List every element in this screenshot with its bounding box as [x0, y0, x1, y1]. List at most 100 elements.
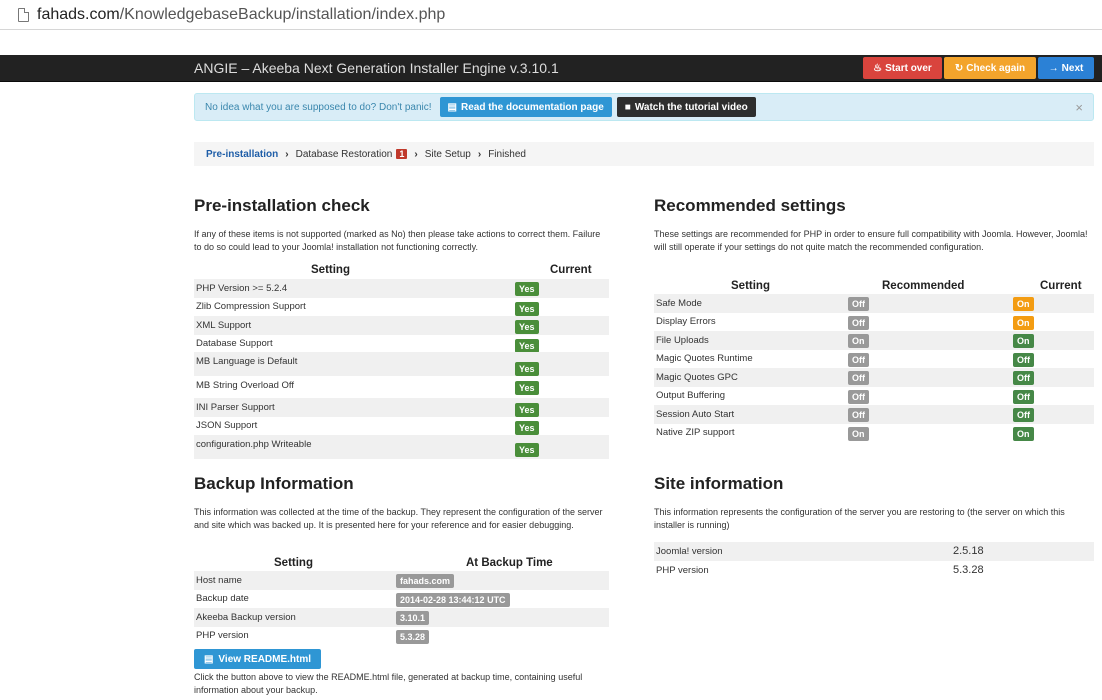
crumb-finished[interactable]: Finished [488, 149, 526, 160]
refresh-icon: ↻ [954, 62, 964, 74]
backup-value: 5.3.28 [396, 630, 430, 644]
recommended-title: Recommended settings [654, 196, 846, 215]
precheck-label: configuration.php Writeable [196, 439, 312, 450]
precheck-col-setting: Setting [311, 264, 350, 276]
siteinfo-title: Site information [654, 474, 784, 493]
recommended-label: Safe Mode [656, 298, 702, 309]
start-over-button[interactable]: ♨ Start over [863, 57, 942, 79]
recommended-badge: Off [848, 316, 869, 330]
backup-value: 2014-02-28 13:44:12 UTC [396, 593, 510, 607]
siteinfo-label: Joomla! version [656, 546, 723, 557]
help-alert: No idea what you are supposed to do? Don… [194, 93, 1094, 121]
precheck-label: Database Support [196, 338, 273, 349]
precheck-desc: If any of these items is not supported (… [194, 229, 601, 252]
close-icon[interactable]: × [1075, 100, 1083, 115]
recommended-badge: On [848, 427, 869, 441]
recommended-label: Output Buffering [656, 390, 726, 401]
recommended-col-current: Current [1040, 280, 1082, 292]
url-path: /KnowledgebaseBackup/installation/index.… [119, 5, 446, 23]
current-badge: Off [1013, 408, 1034, 422]
status-badge: Yes [515, 443, 539, 457]
check-again-label: Check again [966, 62, 1026, 74]
page-icon [18, 7, 29, 22]
precheck-col-current: Current [550, 264, 592, 276]
recommended-desc: These settings are recommended for PHP i… [654, 229, 1088, 252]
status-badge: Yes [515, 421, 539, 435]
siteinfo-value: 5.3.28 [953, 564, 984, 576]
recommended-label: Native ZIP support [656, 427, 735, 438]
recommended-col-setting: Setting [731, 280, 770, 292]
start-over-label: Start over [885, 62, 932, 74]
recommended-label: Magic Quotes Runtime [656, 353, 753, 364]
siteinfo-label: PHP version [656, 565, 709, 576]
precheck-label: XML Support [196, 320, 252, 331]
status-badge: Yes [515, 339, 539, 353]
recommended-label: Session Auto Start [656, 409, 735, 420]
status-badge: Yes [515, 302, 539, 316]
top-navbar: ANGIE – Akeeba Next Generation Installer… [0, 55, 1102, 82]
watch-video-button[interactable]: ■ Watch the tutorial video [616, 97, 756, 117]
recommended-col-recommended: Recommended [882, 280, 965, 292]
breadcrumb: Pre-installation › Database Restoration … [194, 142, 1094, 166]
recommended-badge: Off [848, 353, 869, 367]
crumb-database-restoration[interactable]: Database Restoration [296, 149, 393, 160]
current-badge: Off [1013, 353, 1034, 367]
fire-icon: ♨ [873, 62, 883, 74]
url-host: fahads.com [37, 5, 120, 23]
check-again-button[interactable]: ↻ Check again [944, 57, 1036, 79]
view-readme-button[interactable]: ▤ View README.html [194, 649, 321, 669]
chevron-right-icon: › [285, 148, 289, 160]
address-bar[interactable]: fahads.com/KnowledgebaseBackup/installat… [0, 0, 1102, 30]
precheck-label: JSON Support [196, 420, 258, 431]
current-badge: On [1013, 427, 1034, 441]
read-documentation-button[interactable]: ▤ Read the documentation page [439, 97, 612, 117]
status-badge: Yes [515, 381, 539, 395]
precheck-label: MB Language is Default [196, 356, 298, 367]
arrow-right-icon: → [1048, 62, 1059, 74]
backup-value: 3.10.1 [396, 611, 430, 625]
recommended-badge: Off [848, 390, 869, 404]
backup-value: fahads.com [396, 574, 455, 588]
next-button[interactable]: → Next [1038, 57, 1094, 79]
backup-col-setting: Setting [274, 557, 313, 569]
current-badge: On [1013, 297, 1034, 311]
current-badge: Off [1013, 390, 1034, 404]
backup-col-time: At Backup Time [466, 557, 553, 569]
doc-label: Read the documentation page [460, 101, 604, 113]
chevron-right-icon: › [414, 148, 418, 160]
siteinfo-desc: This information represents the configur… [654, 507, 1065, 530]
table-row [194, 316, 609, 335]
crumb-site-setup[interactable]: Site Setup [425, 149, 471, 160]
file-icon: ▤ [203, 653, 214, 665]
recommended-badge: Off [848, 408, 869, 422]
precheck-title: Pre-installation check [194, 196, 370, 215]
step-badge: 1 [396, 149, 408, 159]
app-title: ANGIE – Akeeba Next Generation Installer… [194, 60, 559, 76]
status-badge: Yes [515, 403, 539, 417]
backup-label: PHP version [196, 630, 249, 641]
readme-desc: Click the button above to view the READM… [194, 672, 583, 695]
recommended-badge: Off [848, 371, 869, 385]
chevron-right-icon: › [477, 148, 482, 160]
crumb-pre-installation[interactable]: Pre-installation [206, 149, 278, 160]
next-label: Next [1061, 62, 1084, 74]
recommended-label: Magic Quotes GPC [656, 372, 738, 383]
book-icon: ▤ [447, 101, 457, 113]
current-badge: On [1013, 316, 1034, 330]
backup-title: Backup Information [194, 474, 354, 493]
precheck-label: MB String Overload Off [196, 380, 295, 391]
backup-label: Backup date [196, 593, 249, 604]
url-text[interactable]: fahads.com/KnowledgebaseBackup/installat… [37, 6, 445, 24]
backup-desc: This information was collected at the ti… [194, 507, 603, 530]
siteinfo-value: 2.5.18 [953, 545, 984, 557]
backup-label: Akeeba Backup version [196, 612, 296, 623]
current-badge: Off [1013, 371, 1034, 385]
precheck-label: INI Parser Support [196, 402, 275, 413]
backup-label: Host name [196, 575, 242, 586]
readme-label: View README.html [218, 653, 312, 665]
status-badge: Yes [515, 282, 539, 296]
recommended-label: File Uploads [656, 335, 709, 346]
recommended-label: Display Errors [656, 316, 716, 327]
precheck-label: Zlib Compression Support [196, 301, 306, 312]
recommended-badge: Off [848, 297, 869, 311]
